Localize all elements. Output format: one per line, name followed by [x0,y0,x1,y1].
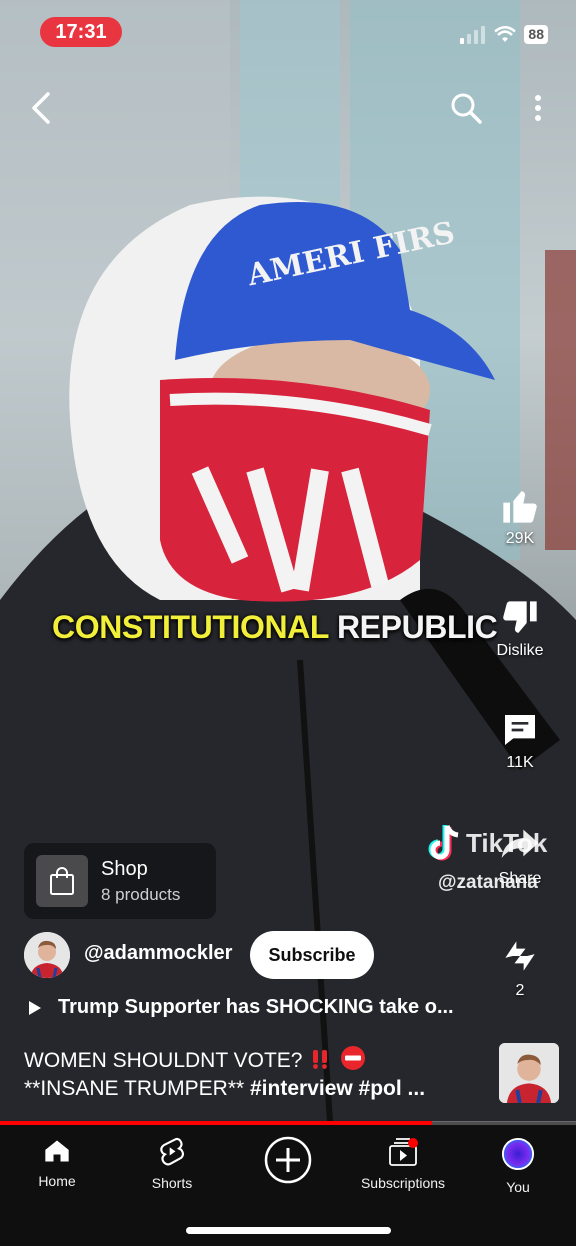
video-caption: CONSTITUTIONAL REPUBLIC [52,609,498,646]
nav-shorts[interactable]: Shorts [117,1137,227,1191]
video-description[interactable]: WOMEN SHOULDNT VOTE? **INSANE TRUMPER** … [24,1045,494,1103]
tiktok-watermark: TikTok [428,824,547,862]
create-icon [264,1136,312,1184]
like-count: 29K [505,530,535,547]
shop-icon-tile [36,855,88,907]
comment-icon [505,715,535,745]
account-icon [501,1137,535,1171]
avatar-portrait [24,932,70,978]
remix-button[interactable]: 2 [472,934,568,1000]
like-button[interactable]: 29K [472,486,568,548]
nav-you[interactable]: You [463,1137,573,1195]
back-arrow-icon [32,92,50,124]
shopping-bag-icon [50,867,74,895]
caption-highlight: CONSTITUTIONAL [52,609,329,645]
double-exclamation-icon [313,1050,328,1069]
wifi-icon [494,26,517,42]
nav-create[interactable] [233,1135,343,1185]
channel-handle[interactable]: @adammockler [84,942,232,965]
more-vert-icon [535,95,541,121]
shop-subtitle: 8 products [101,884,181,904]
nav-home[interactable]: Home [2,1137,112,1189]
signal-icon [460,25,486,44]
description-hashtags[interactable]: #interview #pol ... [250,1077,425,1100]
dislike-label: Dislike [496,642,544,659]
shop-title: Shop [101,857,148,880]
battery-indicator: 88 [524,25,548,44]
search-icon [451,93,482,124]
related-video-title: Trump Supporter has SHOCKING take o... [58,996,454,1018]
comments-count: 11K [506,754,534,771]
shop-card[interactable]: Shop 8 products [24,843,216,919]
thumbnail-portrait [499,1043,559,1103]
shorts-icon [160,1137,184,1166]
back-button[interactable] [21,88,61,128]
remix-count: 2 [515,982,525,999]
more-options-button[interactable] [518,88,558,128]
related-video-link[interactable]: Trump Supporter has SHOCKING take o... [28,996,454,1019]
tiktok-logo-icon [428,825,459,861]
comments-button[interactable]: 11K [472,710,568,772]
remix-icon [505,941,535,971]
tiktok-handle: @zatanana [438,872,538,893]
home-icon [45,1140,69,1162]
sound-thumbnail[interactable] [499,1043,559,1103]
nav-home-label: Home [38,1173,76,1189]
search-button[interactable] [446,88,486,128]
description-line2: **INSANE TRUMPER** [24,1077,250,1100]
subscribe-button[interactable]: Subscribe [250,931,374,979]
no-entry-icon [341,1046,366,1070]
nav-shorts-label: Shorts [151,1175,193,1191]
subscriptions-icon [389,1138,418,1166]
channel-avatar[interactable] [24,932,70,978]
play-icon [29,1000,41,1015]
thumb-down-icon [503,601,537,633]
status-time: 17:31 [40,17,122,47]
nav-you-label: You [506,1179,530,1195]
status-icons: 88 [460,25,548,44]
dislike-button[interactable]: Dislike [472,598,568,660]
nav-subscriptions-label: Subscriptions [360,1175,446,1191]
thumb-up-icon [503,491,537,523]
home-indicator[interactable] [186,1227,391,1234]
tiktok-brand: TikTok [466,827,548,858]
nav-subscriptions[interactable]: Subscriptions [348,1137,458,1191]
description-line1: WOMEN SHOULDNT VOTE? [24,1049,303,1072]
